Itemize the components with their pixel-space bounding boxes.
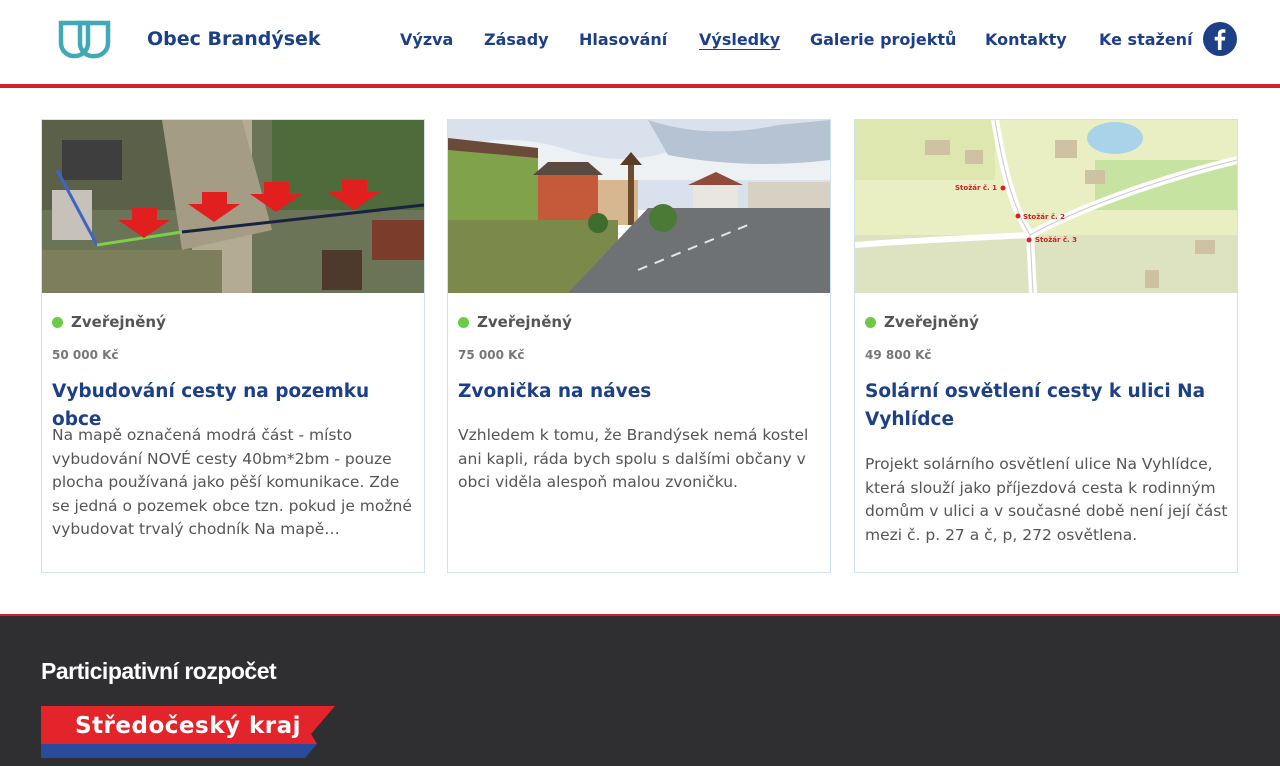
status-badge: Zveřejněný [865, 313, 979, 331]
nav-item-vysledky[interactable]: Výsledky [699, 30, 780, 49]
status-dot-icon [865, 316, 876, 328]
site-header: Obec Brandýsek Výzva Zásady Hlasování Vý… [0, 0, 1280, 88]
project-list: Zveřejněný 50 000 Kč Vybudování cesty na… [41, 119, 1238, 573]
project-card[interactable]: Zveřejněný 50 000 Kč Vybudování cesty na… [41, 119, 425, 573]
project-price: 75 000 Kč [458, 348, 525, 362]
nav-item-hlasovani[interactable]: Hlasování [579, 30, 667, 49]
project-description: Vzhledem k tomu, že Brandýsek nemá koste… [458, 426, 809, 491]
project-description: Projekt solárního osvětlení ulice Na Vyh… [865, 455, 1228, 544]
project-description: Na mapě označená modrá část - místo vybu… [52, 426, 412, 538]
status-dot-icon [52, 316, 63, 328]
project-image-village-square[interactable] [448, 120, 830, 293]
status-label: Zveřejněný [71, 313, 166, 331]
map-label-stozar-1: Stožár č. 1 [955, 184, 997, 192]
project-image-street-map[interactable]: Stožár č. 1 Stožár č. 2 Stožár č. 3 [855, 120, 1237, 293]
brand-link[interactable]: Obec Brandýsek [147, 28, 321, 50]
site-footer: Participativní rozpočet Středočeský kraj [0, 614, 1280, 766]
project-image-aerial-map[interactable] [42, 120, 424, 293]
project-card[interactable]: Zveřejněný 75 000 Kč Zvonička na náves V… [447, 119, 831, 573]
project-price: 50 000 Kč [52, 348, 119, 362]
nav-item-ke-stazeni[interactable]: Ke stažení [1099, 30, 1193, 49]
project-card[interactable]: Stožár č. 1 Stožár č. 2 Stožár č. 3 Zveř… [854, 119, 1238, 573]
project-title[interactable]: Zvonička na náves [458, 378, 820, 406]
nav-item-vyzva[interactable]: Výzva [400, 30, 453, 49]
nav-item-zasady[interactable]: Zásady [484, 30, 549, 49]
status-badge: Zveřejněný [52, 313, 166, 331]
map-label-stozar-2: Stožár č. 2 [1023, 213, 1065, 221]
facebook-icon[interactable] [1203, 22, 1237, 56]
footer-title: Participativní rozpočet [41, 658, 277, 684]
nav-item-kontakty[interactable]: Kontakty [985, 30, 1067, 49]
map-label-stozar-3: Stožár č. 3 [1035, 236, 1077, 244]
logo-icon[interactable] [58, 17, 114, 61]
status-badge: Zveřejněný [458, 313, 572, 331]
nav-item-galerie[interactable]: Galerie projektů [810, 30, 956, 49]
project-title[interactable]: Solární osvětlení cesty k ulici Na Vyhlí… [865, 378, 1227, 434]
status-label: Zveřejněný [884, 313, 979, 331]
project-price: 49 800 Kč [865, 348, 932, 362]
status-dot-icon [458, 316, 469, 328]
status-label: Zveřejněný [477, 313, 572, 331]
region-name: Středočeský kraj [75, 713, 302, 739]
region-logo[interactable]: Středočeský kraj [41, 706, 337, 758]
